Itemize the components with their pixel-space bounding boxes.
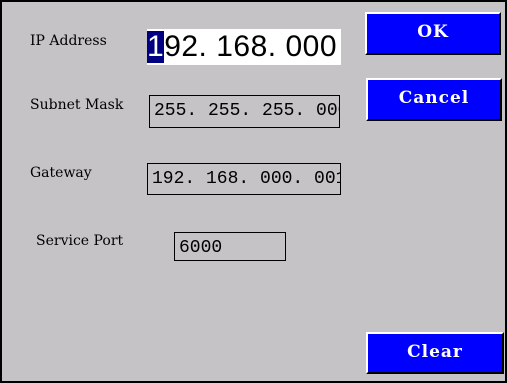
service-port-label: Service Port: [36, 233, 124, 249]
subnet-mask-input[interactable]: 255. 255. 255. 000: [149, 95, 340, 128]
ip-address-value: 92. 168. 000: [164, 30, 338, 63]
subnet-mask-label: Subnet Mask: [30, 97, 124, 113]
gateway-input[interactable]: 192. 168. 000. 001: [147, 163, 341, 195]
service-port-input[interactable]: 6000: [174, 232, 286, 261]
ok-button[interactable]: OK: [365, 12, 501, 55]
ip-address-input[interactable]: 192. 168. 000: [147, 29, 341, 65]
cancel-button[interactable]: Cancel: [366, 78, 502, 121]
ip-address-label: IP Address: [30, 33, 107, 49]
text-cursor: 1: [147, 30, 165, 63]
network-settings-dialog: IP Address 192. 168. 000 Subnet Mask 255…: [0, 0, 507, 383]
clear-button[interactable]: Clear: [366, 332, 504, 374]
gateway-label: Gateway: [30, 165, 92, 181]
